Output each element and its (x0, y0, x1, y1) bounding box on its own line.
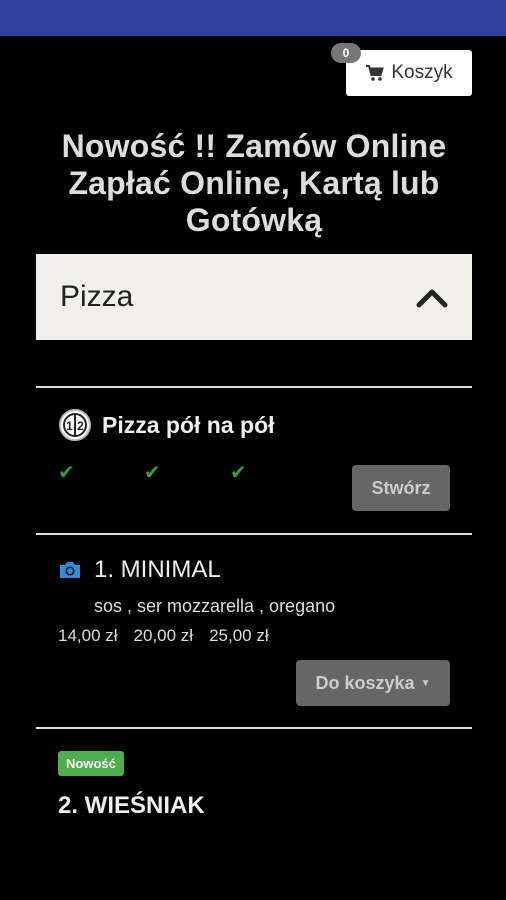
menu-item-ingredients: sos , ser mozzarella , oregano (94, 596, 336, 616)
menu-item-prices: 14,00 zł 20,00 zł 25,00 zł (58, 626, 269, 646)
cart-button[interactable]: Koszyk (346, 50, 472, 96)
menu-item-title: 2. WIEŚNIAK (58, 792, 205, 819)
new-badge: Nowość (58, 751, 124, 776)
divider (36, 727, 472, 729)
price-medium: 20,00 zł (133, 626, 194, 645)
svg-text:1: 1 (66, 419, 73, 433)
menu-item-title: 1. MINIMAL (94, 556, 221, 583)
half-pizza-icon: 1 2 (59, 409, 91, 441)
check-icon: ✔ (144, 462, 161, 484)
cart-area: Koszyk 0 (331, 43, 472, 96)
caret-down-icon: ▼ (420, 677, 431, 689)
menu-item-title-row: 1. MINIMAL (58, 556, 221, 584)
category-header-pizza[interactable]: Pizza (36, 254, 472, 340)
half-pizza-checks: ✔ ✔ ✔ (58, 460, 316, 485)
add-to-cart-label: Do koszyka (315, 672, 415, 693)
cart-count-badge: 0 (331, 43, 361, 63)
divider (36, 386, 472, 388)
price-large: 25,00 zł (209, 626, 269, 645)
camera-icon[interactable] (58, 560, 82, 580)
price-small: 14,00 zł (58, 626, 118, 645)
check-icon: ✔ (58, 462, 75, 484)
cart-label: Koszyk (391, 62, 453, 83)
chevron-up-icon[interactable] (416, 286, 448, 308)
half-pizza-header: 1 2 Pizza pół na pół (58, 408, 275, 442)
shopping-cart-icon (366, 65, 385, 81)
category-title: Pizza (60, 280, 134, 313)
promo-headline: Nowość !! Zamów Online Zapłać Online, Ka… (61, 128, 447, 238)
divider (36, 533, 472, 535)
svg-text:2: 2 (77, 419, 84, 433)
add-to-cart-button[interactable]: Do koszyka ▼ (296, 660, 450, 706)
half-pizza-title: Pizza pół na pół (102, 411, 275, 438)
check-icon: ✔ (230, 462, 247, 484)
create-button[interactable]: Stwórz (352, 465, 450, 511)
status-bar (0, 0, 506, 36)
